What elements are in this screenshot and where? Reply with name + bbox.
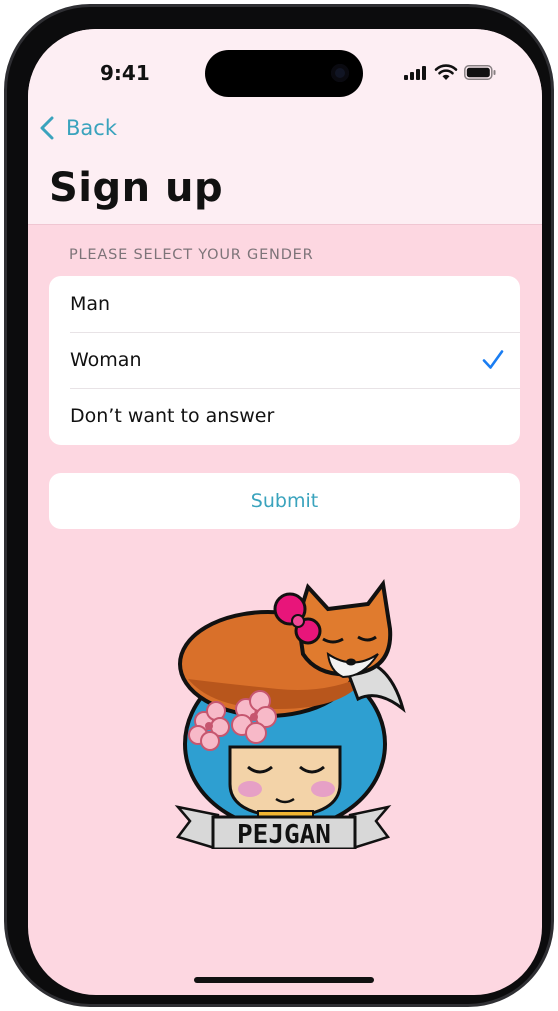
submit-button[interactable]: Submit <box>49 473 520 529</box>
wifi-icon <box>434 64 458 80</box>
cellular-signal-icon <box>404 66 426 80</box>
option-label: Man <box>70 293 111 315</box>
phone-frame: 9:41 Back Sign up PLEASE SELECT YOUR GEN… <box>4 4 554 1007</box>
pejgan-logo: PEJGAN <box>174 579 406 849</box>
option-label: Woman <box>70 349 142 371</box>
gender-options-list: Man Woman Don’t want to answer <box>49 276 520 445</box>
page-title: Sign up <box>49 165 224 211</box>
battery-icon <box>464 65 496 80</box>
submit-label: Submit <box>250 490 319 512</box>
option-label: Don’t want to answer <box>70 405 275 427</box>
camera-icon <box>331 64 349 82</box>
logo-text: PEJGAN <box>237 820 331 849</box>
back-label: Back <box>66 116 117 140</box>
gender-option-woman[interactable]: Woman <box>49 332 520 388</box>
back-button[interactable]: Back <box>38 115 117 141</box>
chevron-left-icon <box>40 116 54 140</box>
phone-screen: 9:41 Back Sign up PLEASE SELECT YOUR GEN… <box>28 29 542 995</box>
gender-section-label: PLEASE SELECT YOUR GENDER <box>69 247 314 263</box>
gender-option-man[interactable]: Man <box>49 276 520 332</box>
status-time: 9:41 <box>100 61 150 85</box>
dynamic-island <box>205 50 363 97</box>
gender-option-no-answer[interactable]: Don’t want to answer <box>49 388 520 444</box>
checkmark-icon <box>482 350 504 369</box>
home-indicator[interactable] <box>194 977 374 983</box>
